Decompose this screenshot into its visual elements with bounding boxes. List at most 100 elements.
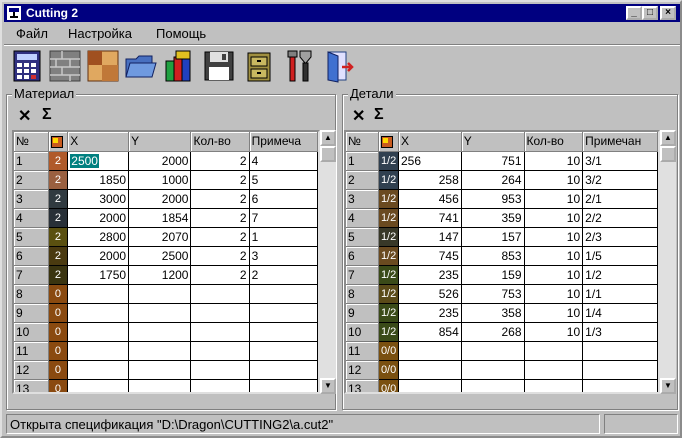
row-number[interactable]: 4 bbox=[346, 208, 380, 228]
row-number[interactable]: 5 bbox=[346, 227, 380, 247]
table-row[interactable]: 80 bbox=[14, 284, 318, 304]
color-swatch[interactable]: 2 bbox=[48, 170, 69, 190]
cell-y[interactable]: 157 bbox=[461, 227, 525, 247]
scroll-thumb[interactable] bbox=[660, 146, 676, 162]
cell-qty[interactable]: 10 bbox=[524, 284, 584, 304]
cell-y[interactable]: 753 bbox=[461, 284, 525, 304]
cell-y[interactable] bbox=[128, 303, 192, 323]
cell-x[interactable] bbox=[398, 341, 462, 361]
cell-x[interactable]: 526 bbox=[398, 284, 462, 304]
column-header-y[interactable]: Y bbox=[128, 132, 192, 152]
row-number[interactable]: 13 bbox=[346, 379, 380, 392]
cell-qty[interactable]: 10 bbox=[524, 208, 584, 228]
cell-y[interactable]: 2070 bbox=[128, 227, 192, 247]
material-delete-icon[interactable]: ✕ bbox=[18, 106, 31, 126]
column-header-note[interactable]: Примеча bbox=[249, 132, 318, 152]
minimize-button[interactable]: _ bbox=[626, 6, 642, 20]
cell-y[interactable]: 2000 bbox=[128, 189, 192, 209]
cell-note[interactable]: 3/2 bbox=[582, 170, 658, 190]
tools-icon[interactable] bbox=[282, 49, 316, 83]
cell-note[interactable]: 3 bbox=[249, 246, 318, 266]
color-swatch[interactable]: 1/2 bbox=[378, 170, 399, 190]
row-number[interactable]: 7 bbox=[346, 265, 380, 285]
scroll-down-arrow-icon[interactable]: ▼ bbox=[660, 378, 676, 394]
cell-x[interactable]: 2000 bbox=[67, 208, 130, 228]
cell-x[interactable]: 745 bbox=[398, 246, 462, 266]
table-row[interactable]: 11 0/0 bbox=[346, 341, 658, 361]
table-row[interactable]: 12 0 bbox=[14, 360, 318, 380]
cell-qty[interactable] bbox=[190, 322, 250, 342]
calculator-icon[interactable] bbox=[10, 49, 44, 83]
cell-y[interactable] bbox=[461, 379, 525, 392]
color-swatch[interactable]: 0 bbox=[48, 379, 69, 392]
row-number[interactable]: 3 bbox=[346, 189, 380, 209]
row-number[interactable]: 5 bbox=[14, 227, 49, 247]
cell-y[interactable] bbox=[461, 360, 525, 380]
table-row[interactable]: 5 1/2 147 157 10 2/3 bbox=[346, 227, 658, 247]
cell-qty[interactable]: 10 bbox=[524, 151, 584, 171]
cell-note[interactable]: 6 bbox=[249, 189, 318, 209]
menu-help[interactable]: Помощь bbox=[156, 26, 206, 41]
table-row[interactable]: 2 2 1850 1000 2 5 bbox=[14, 170, 318, 190]
cell-qty[interactable]: 2 bbox=[190, 227, 250, 247]
cell-qty[interactable]: 2 bbox=[190, 265, 250, 285]
material-grid[interactable]: № X Y Кол-во Примеча 1 2 2500 2000 2 4 2 2 1850 1… bbox=[12, 130, 320, 394]
cell-y[interactable] bbox=[128, 341, 192, 361]
color-swatch[interactable]: 0 bbox=[48, 303, 69, 323]
cell-x[interactable] bbox=[67, 360, 130, 380]
cell-y[interactable] bbox=[128, 360, 192, 380]
color-swatch[interactable]: 2 bbox=[48, 227, 69, 247]
app-icon[interactable] bbox=[6, 5, 22, 21]
exit-door-icon[interactable] bbox=[322, 49, 356, 83]
cell-qty[interactable]: 10 bbox=[524, 265, 584, 285]
table-row[interactable]: 1 1/2 256 751 10 3/1 bbox=[346, 151, 658, 171]
details-delete-icon[interactable]: ✕ bbox=[352, 106, 365, 126]
cell-x[interactable] bbox=[398, 379, 462, 392]
color-swatch[interactable]: 2 bbox=[48, 208, 69, 228]
table-row[interactable]: 90 bbox=[14, 303, 318, 323]
cell-x[interactable]: 2500 bbox=[67, 151, 130, 171]
column-header-qty[interactable]: Кол-во bbox=[524, 132, 584, 152]
column-header-number[interactable]: № bbox=[14, 132, 49, 152]
table-row[interactable]: 9 1/2 235 358 10 1/4 bbox=[346, 303, 658, 323]
cell-note[interactable]: 5 bbox=[249, 170, 318, 190]
row-number[interactable]: 6 bbox=[346, 246, 380, 266]
table-row[interactable]: 5 2 2800 2070 2 1 bbox=[14, 227, 318, 247]
cell-note[interactable]: 1 bbox=[249, 227, 318, 247]
cell-qty[interactable]: 10 bbox=[524, 303, 584, 323]
cell-y[interactable]: 751 bbox=[461, 151, 525, 171]
row-number[interactable]: 10 bbox=[346, 322, 380, 342]
color-swatch[interactable]: 0 bbox=[48, 341, 69, 361]
cell-y[interactable]: 268 bbox=[461, 322, 525, 342]
table-row[interactable]: 7 2 1750 1200 2 2 bbox=[14, 265, 318, 285]
cell-qty[interactable] bbox=[190, 303, 250, 323]
cell-qty[interactable] bbox=[524, 341, 584, 361]
color-swatch[interactable]: 0/0 bbox=[378, 341, 399, 361]
cell-note[interactable]: 3/1 bbox=[582, 151, 658, 171]
cell-qty[interactable]: 10 bbox=[524, 246, 584, 266]
row-number[interactable]: 2 bbox=[346, 170, 380, 190]
column-header-x[interactable]: X bbox=[67, 132, 130, 152]
cell-qty[interactable] bbox=[190, 379, 250, 392]
cell-x[interactable]: 456 bbox=[398, 189, 462, 209]
table-row[interactable]: 6 1/2 745 853 10 1/5 bbox=[346, 246, 658, 266]
details-vertical-scrollbar[interactable]: ▲ ▼ bbox=[660, 130, 676, 394]
row-number[interactable]: 11 bbox=[346, 341, 380, 361]
column-header-qty[interactable]: Кол-во bbox=[190, 132, 250, 152]
cell-qty[interactable]: 10 bbox=[524, 170, 584, 190]
cell-note[interactable]: 7 bbox=[249, 208, 318, 228]
cell-y[interactable]: 159 bbox=[461, 265, 525, 285]
column-header-x[interactable]: X bbox=[398, 132, 462, 152]
cell-note[interactable]: 2/1 bbox=[582, 189, 658, 209]
cell-qty[interactable]: 10 bbox=[524, 227, 584, 247]
column-header-color[interactable] bbox=[378, 132, 399, 152]
open-folder-icon[interactable] bbox=[124, 49, 158, 83]
color-swatch[interactable]: 1/2 bbox=[378, 151, 399, 171]
cell-x[interactable]: 258 bbox=[398, 170, 462, 190]
cell-y[interactable]: 264 bbox=[461, 170, 525, 190]
table-row[interactable]: 2 1/2 258 264 10 3/2 bbox=[346, 170, 658, 190]
material-table[interactable]: № X Y Кол-во Примеча 1 2 2500 2000 2 4 2 2 1850 1… bbox=[14, 132, 318, 392]
cell-note[interactable] bbox=[582, 379, 658, 392]
table-row[interactable]: 10 1/2 854 268 10 1/3 bbox=[346, 322, 658, 342]
cell-x[interactable] bbox=[67, 341, 130, 361]
